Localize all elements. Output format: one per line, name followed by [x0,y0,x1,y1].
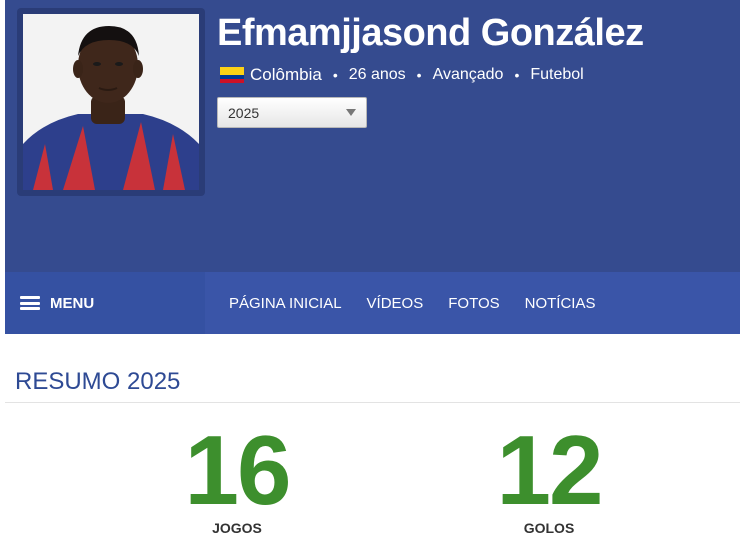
player-position: Avançado [432,66,504,83]
stat-value: 12 [496,415,603,525]
player-sport: Futebol [530,66,584,83]
meta-separator: • [332,67,338,83]
nav-link-photos[interactable]: FOTOS [448,295,499,312]
section-divider [5,402,740,403]
player-country: Colômbia [250,65,322,84]
player-header: Efmamjjasond González Colômbia • 26 anos… [5,0,740,272]
colombia-flag-icon [220,67,244,83]
stat-label: GOLOS [523,520,575,536]
player-photo [23,14,199,190]
nav-links: PÁGINA INICIAL VÍDEOS FOTOS NOTÍCIAS [229,272,620,334]
player-name: Efmamjjasond González [217,12,644,54]
meta-separator: • [514,67,520,83]
nav-link-videos[interactable]: VÍDEOS [367,295,424,312]
summary-title: RESUMO 2025 [15,368,181,395]
menu-label: MENU [50,294,95,312]
main-nav: MENU PÁGINA INICIAL VÍDEOS FOTOS NOTÍCIA… [5,272,740,334]
player-meta: Colômbia • 26 anos • Avançado • Futebol [220,64,584,86]
nav-link-news[interactable]: NOTÍCIAS [525,295,596,312]
player-photo-frame [17,8,205,196]
chevron-down-icon [346,109,356,116]
stat-games: 16 JOGOS [137,420,337,536]
stat-goals: 12 GOLOS [449,420,649,536]
nav-link-home[interactable]: PÁGINA INICIAL [229,295,342,312]
season-select[interactable]: 2025 [217,97,367,128]
hamburger-icon [20,296,40,310]
stat-label: JOGOS [212,520,262,536]
season-select-value: 2025 [228,104,260,121]
player-age: 26 anos [348,66,406,83]
menu-button[interactable]: MENU [5,272,205,334]
stat-value: 16 [184,415,291,525]
meta-separator: • [416,67,422,83]
